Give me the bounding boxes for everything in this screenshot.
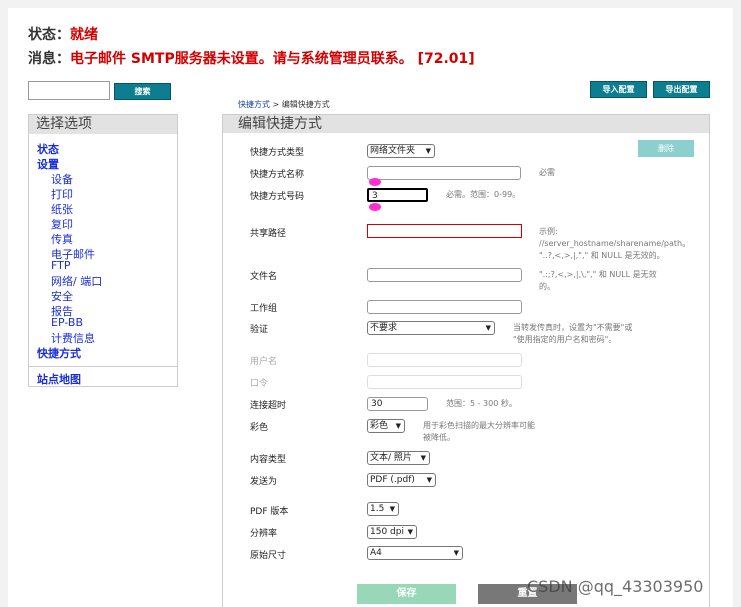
color-hint: 用于彩色扫描的最大分辨率可能 被降低。: [423, 421, 535, 442]
delete-button[interactable]: 删除: [638, 140, 694, 157]
chevron-down-icon: ▼: [426, 476, 432, 484]
marker-dot: [369, 178, 381, 186]
sidebar-item-shortcuts[interactable]: 快捷方式: [37, 345, 81, 361]
authentication-label: 验证: [250, 325, 269, 335]
breadcrumb-shortcuts-link[interactable]: 快捷方式: [238, 100, 270, 109]
message-value: 电子邮件 SMTP服务器未设置。请与系统管理员联系。 [72.01]: [70, 51, 475, 67]
timeout-hint: 范围：5 - 300 秒。: [446, 399, 517, 408]
sidebar-item-settings[interactable]: 设置: [37, 156, 59, 172]
color-select[interactable]: 彩色 ▼: [367, 419, 405, 433]
message-line: 消息：电子邮件 SMTP服务器未设置。请与系统管理员联系。 [72.01]: [28, 48, 475, 68]
shortcut-name-label: 快捷方式名称: [250, 170, 305, 180]
share-path-field[interactable]: [367, 224, 522, 238]
filename-hint: ".:;?,<,>,|,\,"," 和 NULL 是无效 的。: [539, 270, 657, 291]
shortcut-number-label: 快捷方式号码: [250, 192, 305, 202]
marker-dot: [369, 203, 381, 211]
chevron-down-icon: ▼: [485, 324, 491, 332]
sidebar-item-device[interactable]: 设备: [51, 171, 73, 187]
sidebar-item-sitemap[interactable]: 站点地图: [37, 371, 81, 387]
chevron-down-icon: ▼: [389, 505, 395, 513]
resolution-value: 150 dpi: [370, 527, 404, 537]
search-input[interactable]: [28, 81, 110, 100]
breadcrumb-current: 编辑快捷方式: [281, 100, 330, 109]
content-type-select[interactable]: 文本/ 照片 ▼: [367, 451, 430, 465]
original-size-label: 原始尺寸: [250, 551, 287, 561]
sidebar: 选择选项 状态 设置 设备 打印 纸张 复印 传真 电子邮件 FTP 网络/ 端…: [28, 114, 178, 387]
resolution-label: 分辨率: [250, 529, 278, 539]
shortcut-name-field[interactable]: [367, 166, 521, 180]
filename-field[interactable]: [367, 268, 522, 282]
watermark: CSDN @qq_43303950: [527, 577, 704, 596]
status-label: 状态：: [28, 27, 70, 43]
pdf-version-label: PDF 版本: [250, 507, 289, 517]
content-type-label: 内容类型: [250, 455, 287, 465]
send-as-value: PDF (.pdf): [370, 475, 415, 485]
pdf-version-select[interactable]: 1.5 ▼: [367, 502, 399, 516]
sidebar-item-ep-bb[interactable]: EP-BB: [51, 316, 83, 329]
pdf-version-value: 1.5: [370, 504, 385, 514]
message-label: 消息：: [28, 51, 70, 67]
original-size-select[interactable]: A4 ▼: [367, 546, 463, 560]
shortcut-name-hint: 必需: [539, 168, 555, 177]
sidebar-item-security[interactable]: 安全: [51, 288, 73, 304]
chevron-down-icon: ▼: [407, 528, 413, 536]
breadcrumb: 快捷方式 > 编辑快捷方式: [238, 99, 330, 110]
authentication-hint: 当转发传真时，设置为"不需要"或 "使用指定的用户名和密码"。: [513, 323, 633, 344]
status-value: 就绪: [70, 27, 98, 43]
content-type-value: 文本/ 照片: [370, 453, 412, 463]
sidebar-item-ftp[interactable]: FTP: [51, 259, 71, 272]
authentication-value: 不要求: [370, 323, 398, 333]
resolution-select[interactable]: 150 dpi ▼: [367, 525, 417, 539]
send-as-label: 发送为: [250, 477, 278, 487]
sidebar-item-fax[interactable]: 传真: [51, 231, 73, 247]
sidebar-title: 选择选项: [29, 115, 177, 134]
shortcut-number-field[interactable]: 3: [367, 188, 428, 202]
shortcut-type-select[interactable]: 网络文件夹 ▼: [367, 144, 435, 158]
authentication-select[interactable]: 不要求 ▼: [367, 321, 495, 335]
chevron-down-icon: ▼: [453, 549, 459, 557]
sidebar-item-network-port[interactable]: 网络/ 端口: [51, 273, 102, 289]
shortcut-number-hint: 必需。范围：0-99。: [446, 190, 521, 199]
password-field[interactable]: [367, 375, 522, 389]
password-label: 口令: [250, 379, 269, 389]
send-as-select[interactable]: PDF (.pdf) ▼: [367, 473, 436, 487]
username-label: 用户名: [250, 357, 278, 367]
sidebar-divider: [29, 366, 177, 367]
share-path-hint: 示例: //server_hostname/sharename/path。 ".…: [539, 227, 691, 260]
sidebar-item-paper[interactable]: 纸张: [51, 201, 73, 217]
shortcut-type-value: 网络文件夹: [370, 146, 416, 156]
status-line: 状态：就绪: [28, 24, 98, 44]
username-field[interactable]: [367, 353, 522, 367]
shortcut-type-label: 快捷方式类型: [250, 148, 305, 158]
timeout-label: 连接超时: [250, 401, 287, 411]
sidebar-item-billing[interactable]: 计费信息: [51, 330, 95, 346]
share-path-label: 共享路径: [250, 229, 287, 239]
color-value: 彩色: [370, 421, 389, 431]
chevron-down-icon: ▼: [425, 147, 431, 155]
breadcrumb-separator: >: [270, 100, 282, 109]
save-button[interactable]: 保存: [357, 584, 456, 604]
sidebar-item-copy[interactable]: 复印: [51, 216, 73, 232]
sidebar-item-status[interactable]: 状态: [37, 141, 59, 157]
workgroup-label: 工作组: [250, 304, 278, 314]
filename-label: 文件名: [250, 272, 278, 282]
export-config-button[interactable]: 导出配置: [653, 81, 710, 98]
chevron-down-icon: ▼: [395, 422, 401, 430]
chevron-down-icon: ▼: [420, 454, 426, 462]
timeout-field[interactable]: 30: [367, 397, 428, 411]
sidebar-item-print[interactable]: 打印: [51, 186, 73, 202]
import-config-button[interactable]: 导入配置: [590, 81, 647, 98]
color-label: 彩色: [250, 423, 269, 433]
panel-title: 编辑快捷方式: [223, 115, 709, 133]
original-size-value: A4: [370, 548, 382, 558]
workgroup-field[interactable]: [367, 300, 522, 314]
search-button[interactable]: 搜索: [114, 83, 171, 100]
